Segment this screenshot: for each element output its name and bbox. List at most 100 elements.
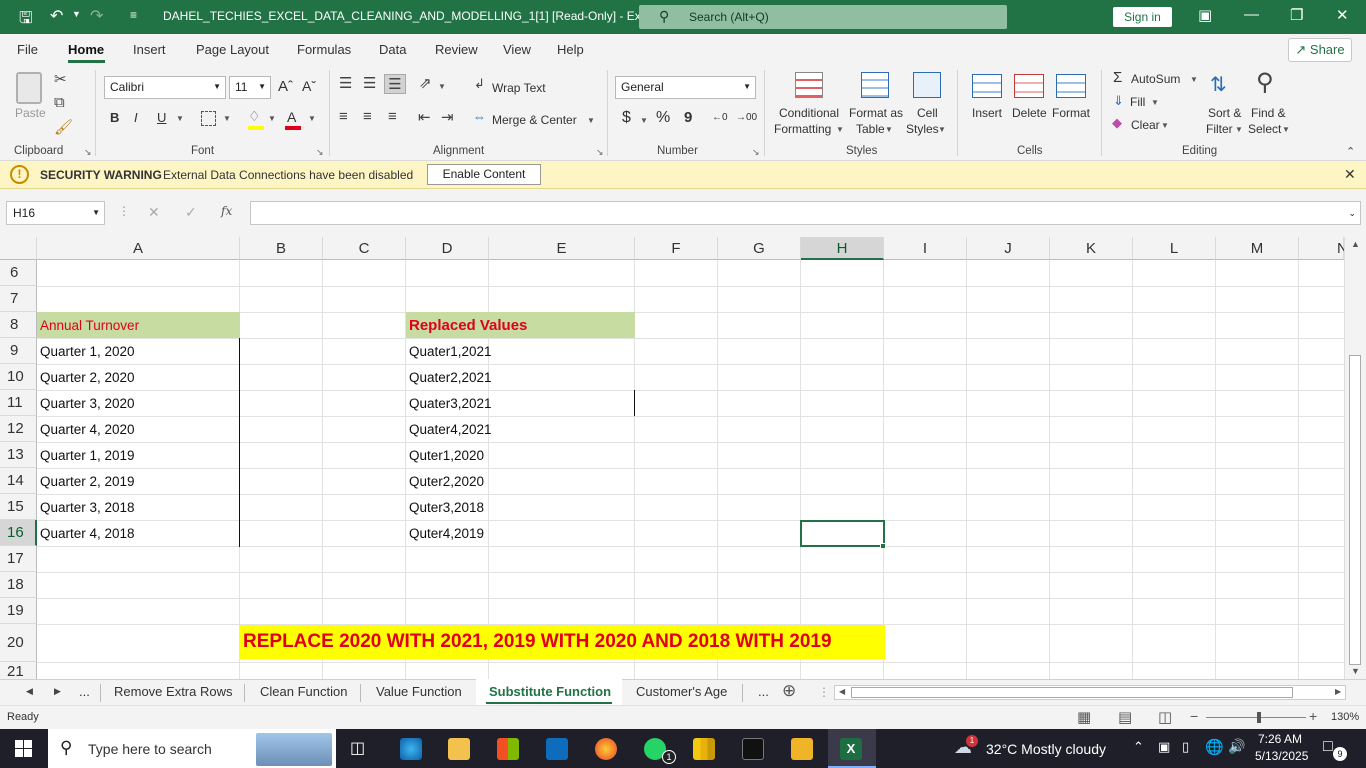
align-center-icon[interactable]: ≡ bbox=[363, 108, 372, 125]
outlook-icon[interactable] bbox=[546, 738, 568, 760]
percent-button[interactable]: % bbox=[656, 109, 670, 127]
store-icon[interactable] bbox=[497, 738, 519, 760]
number-launcher-icon[interactable]: ↘ bbox=[752, 147, 760, 158]
row-header-13[interactable]: 13 bbox=[0, 442, 37, 468]
wrap-text-button[interactable]: Wrap Text bbox=[492, 81, 546, 95]
copy-icon[interactable]: ⧉ bbox=[54, 94, 65, 111]
task-view-icon[interactable]: ◫ bbox=[350, 738, 365, 758]
fill-button[interactable]: Fill bbox=[1130, 95, 1145, 109]
name-box[interactable]: H16 ▼ bbox=[6, 201, 105, 225]
add-sheet-icon[interactable]: ⊕ bbox=[782, 681, 796, 701]
battery-icon[interactable]: ▯ bbox=[1182, 739, 1189, 755]
tab-data[interactable]: Data bbox=[379, 42, 406, 57]
underline-button[interactable]: U bbox=[157, 110, 166, 125]
enable-content-button[interactable]: Enable Content bbox=[427, 164, 541, 185]
fill-handle[interactable] bbox=[880, 543, 886, 549]
comma-button[interactable]: 9 bbox=[684, 109, 692, 126]
column-header-f[interactable]: F bbox=[635, 237, 718, 260]
borders-icon[interactable] bbox=[201, 111, 216, 126]
cell-d11[interactable]: Quater3,2021 bbox=[406, 396, 492, 411]
clock-date[interactable]: 5/13/2025 bbox=[1255, 749, 1308, 763]
tab-file[interactable]: File bbox=[17, 42, 38, 57]
row-header-21[interactable]: 21 bbox=[0, 662, 37, 679]
sheet-tab-customers-age[interactable]: Customer's Age bbox=[636, 684, 727, 699]
cell-a13[interactable]: Quarter 1, 2019 bbox=[37, 448, 135, 463]
worksheet-grid[interactable]: A B C D E F G H I J K L M N 6 7 8 9 10 1… bbox=[0, 237, 1366, 679]
increase-decimal-button[interactable]: ←0 bbox=[712, 112, 728, 123]
orientation-icon[interactable]: ⇗ bbox=[419, 74, 432, 92]
network-icon[interactable]: 🌐 bbox=[1205, 738, 1224, 756]
sheet-tab-substitute-function[interactable]: Substitute Function bbox=[489, 684, 611, 699]
clock-time[interactable]: 7:26 AM bbox=[1258, 732, 1302, 746]
row-header-6[interactable]: 6 bbox=[0, 260, 37, 286]
undo-dropdown-icon[interactable]: ▼ bbox=[72, 9, 81, 19]
column-header-n[interactable]: N bbox=[1299, 237, 1348, 260]
font-color-icon[interactable]: A bbox=[287, 109, 296, 125]
page-layout-view-icon[interactable]: ▤ bbox=[1118, 708, 1132, 726]
zoom-level[interactable]: 130% bbox=[1331, 711, 1359, 723]
sheet-more-left[interactable]: ... bbox=[79, 684, 90, 699]
borders-dropdown-icon[interactable]: ▼ bbox=[223, 114, 231, 123]
cell-styles-label-1[interactable]: Cell bbox=[917, 106, 938, 120]
tab-help[interactable]: Help bbox=[557, 42, 584, 57]
cancel-icon[interactable]: ✕ bbox=[148, 204, 160, 221]
column-header-h[interactable]: H bbox=[801, 237, 884, 260]
scroll-sheets-right-icon[interactable]: ▶ bbox=[54, 686, 61, 697]
vertical-scrollbar[interactable]: ▲ ▼ bbox=[1344, 237, 1366, 679]
expand-formula-icon[interactable]: ⌄ bbox=[1348, 208, 1356, 219]
restore-icon[interactable]: ❐ bbox=[1290, 6, 1303, 24]
column-header-b[interactable]: B bbox=[240, 237, 323, 260]
align-bottom-icon[interactable]: ☰ bbox=[384, 74, 406, 94]
column-header-d[interactable]: D bbox=[406, 237, 489, 260]
enter-icon[interactable]: ✓ bbox=[185, 204, 197, 221]
align-right-icon[interactable]: ≡ bbox=[388, 108, 397, 125]
minimize-icon[interactable]: — bbox=[1244, 6, 1259, 23]
format-cells-icon[interactable] bbox=[1056, 74, 1086, 98]
excel-taskbar-icon[interactable]: X bbox=[840, 738, 862, 760]
font-color-dropdown-icon[interactable]: ▼ bbox=[308, 114, 316, 123]
zoom-slider-thumb[interactable] bbox=[1257, 712, 1261, 723]
tab-review[interactable]: Review bbox=[435, 42, 478, 57]
drag-handle-icon[interactable]: ⋮ bbox=[818, 685, 830, 699]
insert-function-icon[interactable]: fx bbox=[221, 204, 232, 218]
clear-button[interactable]: Clear bbox=[1131, 118, 1160, 132]
cell-d14[interactable]: Quter2,2020 bbox=[406, 474, 484, 489]
sort-filter-label-2[interactable]: Filter bbox=[1206, 122, 1233, 136]
cut-icon[interactable]: ✂ bbox=[54, 70, 67, 88]
cell-d9[interactable]: Quater1,2021 bbox=[406, 344, 492, 359]
cell-a16[interactable]: Quarter 4, 2018 bbox=[37, 526, 135, 541]
row-header-11[interactable]: 11 bbox=[0, 390, 37, 416]
cell-d16[interactable]: Quter4,2019 bbox=[406, 526, 484, 541]
volume-icon[interactable]: 🔊 bbox=[1228, 738, 1245, 755]
terminal-icon[interactable] bbox=[742, 738, 764, 760]
horizontal-scrollbar[interactable]: ◀ ▶ bbox=[834, 685, 1346, 700]
cell-b20-banner[interactable]: REPLACE 2020 WITH 2021, 2019 WITH 2020 A… bbox=[240, 631, 832, 653]
edge-icon[interactable] bbox=[400, 738, 422, 760]
undo-icon[interactable]: ↶ bbox=[50, 6, 63, 26]
underline-dropdown-icon[interactable]: ▼ bbox=[176, 114, 184, 123]
fill-dropdown-icon[interactable]: ▼ bbox=[1151, 98, 1159, 107]
cell-d12[interactable]: Quater4,2021 bbox=[406, 422, 492, 437]
drag-handle-icon[interactable]: ⋮ bbox=[118, 204, 130, 218]
page-break-view-icon[interactable]: ◫ bbox=[1158, 708, 1172, 726]
sheet-tab-clean-function[interactable]: Clean Function bbox=[260, 684, 347, 699]
format-as-table-label-2[interactable]: Table bbox=[856, 122, 885, 136]
column-header-k[interactable]: K bbox=[1050, 237, 1133, 260]
scroll-down-icon[interactable]: ▼ bbox=[1351, 666, 1360, 676]
row-header-10[interactable]: 10 bbox=[0, 364, 37, 390]
row-header-15[interactable]: 15 bbox=[0, 494, 37, 520]
shrink-font-icon[interactable]: Aˇ bbox=[302, 78, 316, 94]
vertical-scroll-thumb[interactable] bbox=[1349, 355, 1361, 665]
insert-cells-icon[interactable] bbox=[972, 74, 1002, 98]
sort-filter-label-1[interactable]: Sort & bbox=[1208, 106, 1241, 120]
orientation-dropdown-icon[interactable]: ▼ bbox=[438, 82, 446, 91]
tab-home[interactable]: Home bbox=[68, 42, 104, 57]
format-as-table-label-1[interactable]: Format as bbox=[849, 106, 903, 120]
row-header-12[interactable]: 12 bbox=[0, 416, 37, 442]
formula-input[interactable]: ⌄ bbox=[250, 201, 1361, 225]
alignment-launcher-icon[interactable]: ↘ bbox=[596, 147, 604, 158]
currency-button[interactable]: $ bbox=[622, 109, 631, 127]
row-header-9[interactable]: 9 bbox=[0, 338, 37, 364]
scroll-up-icon[interactable]: ▲ bbox=[1351, 239, 1360, 249]
normal-view-icon[interactable]: ▦ bbox=[1077, 708, 1091, 726]
